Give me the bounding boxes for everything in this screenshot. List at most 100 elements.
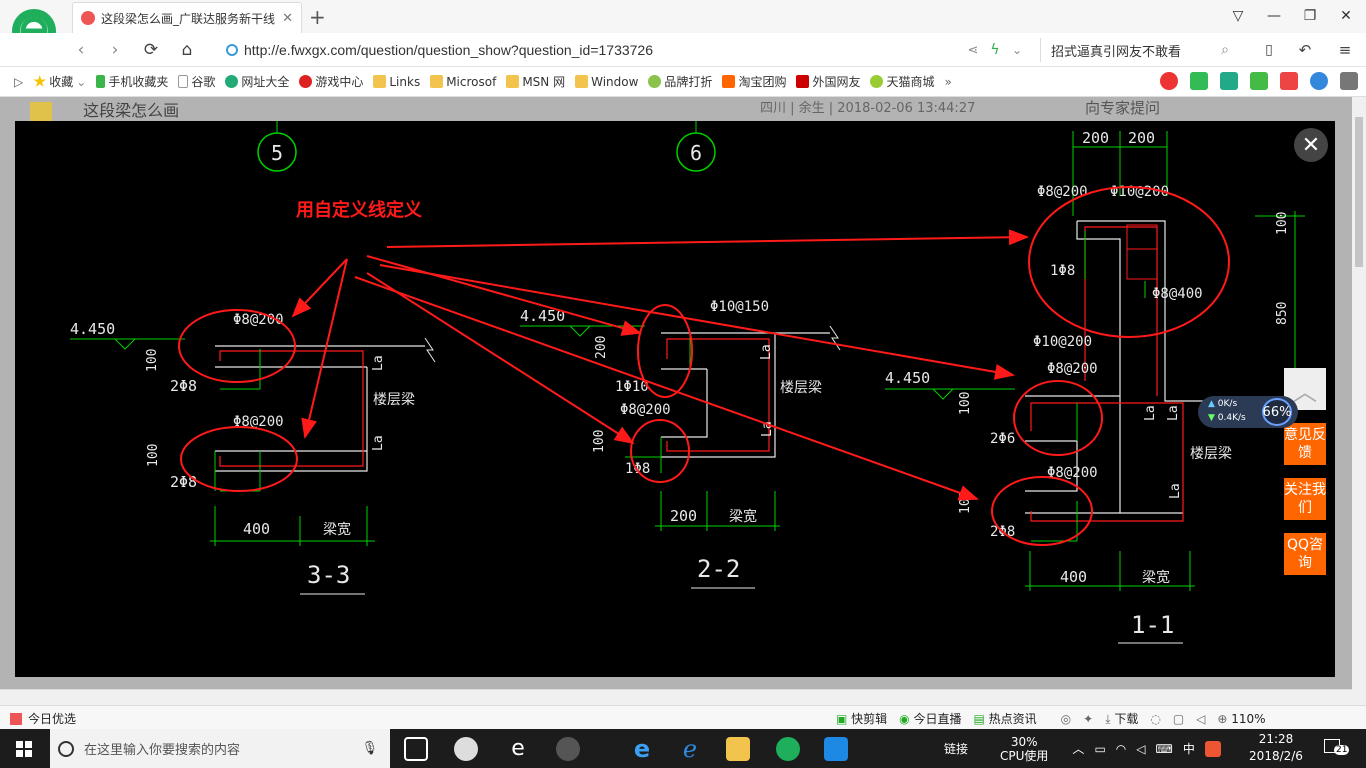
bookmark-label: MSN 网 — [522, 75, 566, 89]
forward-icon[interactable]: › — [104, 39, 126, 61]
pin-icon[interactable]: ✦ — [1083, 712, 1093, 726]
maximize-button[interactable]: ❐ — [1298, 5, 1322, 27]
leaf-icon — [870, 75, 884, 88]
question-title: 这段梁怎么画 — [83, 101, 180, 120]
horizontal-scrollbar[interactable] — [0, 689, 1352, 705]
bookmark-favorites[interactable]: 收藏 ⌄ — [33, 73, 86, 90]
bookmark-msn[interactable]: MSN 网 — [506, 73, 565, 90]
lap-label: La — [371, 355, 386, 371]
extension-shield-icon[interactable] — [1160, 72, 1178, 90]
wifi-icon[interactable]: ◠ — [1116, 742, 1126, 756]
question-icon — [30, 101, 52, 122]
extension-translate-icon[interactable] — [1250, 72, 1268, 90]
bookmark-sites[interactable]: 网址大全 — [225, 73, 289, 90]
extension-search-icon[interactable] — [1310, 72, 1328, 90]
fan-app-icon[interactable] — [454, 737, 478, 761]
bookmark-taobao[interactable]: 淘宝团购 — [722, 73, 786, 90]
section-1-1: 200 200 Φ8@200 Φ10@200 1Φ8 Φ8@400 100 85… — [885, 129, 1305, 644]
undo-icon[interactable]: ↶ — [1294, 39, 1316, 61]
extension-security-icon[interactable] — [1220, 72, 1238, 90]
home-icon[interactable]: ⌂ — [176, 39, 198, 61]
browser-taskbar-icon[interactable] — [776, 737, 800, 761]
phone-icon[interactable]: ▯ — [1258, 39, 1280, 61]
start-button[interactable] — [0, 729, 48, 768]
speed-icon[interactable]: ◎ — [1061, 712, 1071, 726]
bookmark-google[interactable]: 谷歌 — [178, 73, 215, 90]
site-secure-icon — [226, 44, 238, 56]
minimize-button[interactable]: — — [1262, 5, 1286, 27]
volume-icon[interactable]: ◁ — [1196, 712, 1205, 726]
follow-us-button[interactable]: 关注我们 — [1284, 478, 1326, 520]
leaf-icon — [648, 75, 662, 88]
address-bar[interactable]: http://e.fwxgx.com/question/question_sho… — [226, 38, 1006, 62]
notification-center-icon[interactable]: 21 — [1324, 739, 1350, 759]
browser-status-bar: 今日优选 ▣ 快剪辑 ◉ 今日直播 ▤ 热点资讯 ◎ ✦ ⤓ 下载 ◌ ▢ ◁ … — [0, 705, 1366, 729]
menu-icon[interactable]: ≡ — [1334, 39, 1356, 61]
scrollbar-thumb[interactable] — [1355, 117, 1363, 267]
close-window-button[interactable]: ✕ — [1334, 5, 1358, 27]
window-icon[interactable]: ▢ — [1173, 712, 1184, 726]
cpu-usage: 30% CPU使用 — [1000, 734, 1049, 763]
close-viewer-button[interactable]: ✕ — [1294, 128, 1328, 162]
snail-app-icon[interactable] — [556, 737, 580, 761]
clock[interactable]: 21:28 2018/2/6 — [1248, 731, 1304, 765]
bookmark-label: 外国网友 — [812, 75, 861, 89]
sogou-icon[interactable] — [1204, 740, 1221, 757]
question-header: 这段梁怎么画 四川 | 余生 | 2018-02-06 13:44:27 向专家… — [30, 97, 1330, 122]
extension-book-icon[interactable] — [1190, 72, 1208, 90]
mobile-icon — [96, 75, 106, 88]
extension-grid-icon[interactable] — [1340, 72, 1358, 90]
bookmark-mobile[interactable]: 手机收藏夹 — [96, 73, 168, 90]
vertical-scrollbar[interactable] — [1352, 97, 1366, 689]
chevron-down-icon[interactable]: ⌄ — [1006, 39, 1028, 61]
extension-scissors-icon[interactable] — [1280, 72, 1298, 90]
bookmark-links[interactable]: Links — [373, 75, 420, 89]
internet-explorer-icon[interactable]: ℯ — [678, 737, 702, 761]
zoom-level[interactable]: ⊕ 110% — [1217, 712, 1265, 726]
upload-speed: ▲ 0K/s — [1208, 399, 1238, 409]
links-toolbar[interactable]: 链接 — [944, 740, 968, 757]
quick-clip-link[interactable]: ▣ 快剪辑 — [836, 710, 887, 727]
sidebar-toggle-icon[interactable]: ▷ — [14, 75, 23, 89]
bookmark-microsoft[interactable]: Microsof — [430, 75, 496, 89]
file-explorer-icon[interactable] — [726, 737, 750, 761]
clean-icon[interactable]: ◌ — [1150, 712, 1160, 726]
feedback-button[interactable]: 意见反馈 — [1284, 423, 1326, 465]
network-speed-widget[interactable]: ▲ 0K/s ▼ 0.4K/s 66% — [1198, 396, 1298, 428]
download-link[interactable]: ⤓ 下载 — [1105, 710, 1138, 727]
bookmark-windows[interactable]: Window — [575, 75, 638, 89]
axis-label: 5 — [271, 141, 283, 165]
skin-icon[interactable]: ▽ — [1226, 5, 1250, 27]
new-tab-button[interactable]: + — [309, 5, 326, 29]
edge-legacy-icon[interactable]: e — [506, 737, 530, 761]
today-live-link[interactable]: ◉ 今日直播 — [899, 710, 961, 727]
browser-tab[interactable]: 这段梁怎么画_广联达服务新干线 ✕ — [72, 2, 302, 33]
bookmark-more[interactable]: » — [944, 75, 951, 89]
bookmark-tmall[interactable]: 天猫商城 — [870, 73, 934, 90]
qq-consult-button[interactable]: QQ咨询 — [1284, 533, 1326, 575]
tab-close-icon[interactable]: ✕ — [282, 11, 293, 26]
microphone-icon[interactable]: 🎙 — [361, 741, 378, 756]
hot-news-link[interactable]: ▤ 热点资讯 — [973, 710, 1036, 727]
keyboard-icon[interactable]: ⌨ — [1156, 742, 1173, 756]
refresh-icon[interactable]: ⟳ — [140, 39, 162, 61]
lightning-icon[interactable]: ϟ — [984, 39, 1006, 61]
taskbar-search-input[interactable]: 在这里输入你要搜索的内容 🎙 — [50, 729, 390, 768]
battery-icon[interactable]: ▭ — [1094, 742, 1105, 756]
axis-5: 5 — [257, 121, 297, 172]
tool-app-icon[interactable] — [824, 737, 848, 761]
edge-icon[interactable]: e — [630, 737, 654, 761]
back-icon[interactable]: ‹ — [70, 39, 92, 61]
chevron-up-icon[interactable]: ︿ — [1072, 740, 1084, 757]
speaker-icon[interactable]: ◁ — [1136, 742, 1145, 756]
share-icon[interactable]: ⋖ — [962, 39, 984, 61]
search-icon[interactable]: ⌕ — [1214, 39, 1236, 61]
page-icon — [178, 75, 189, 88]
bookmark-brand[interactable]: 品牌打折 — [648, 73, 712, 90]
ime-label[interactable]: 中 — [1183, 740, 1195, 757]
today-picks-link[interactable]: 今日优选 — [28, 710, 76, 727]
bookmark-games[interactable]: 游戏中心 — [299, 73, 363, 90]
bookmark-foreign[interactable]: 外国网友 — [796, 73, 860, 90]
search-input[interactable]: 招式逼真引网友不敢看 — [1040, 38, 1240, 62]
task-view-icon[interactable] — [404, 737, 428, 761]
